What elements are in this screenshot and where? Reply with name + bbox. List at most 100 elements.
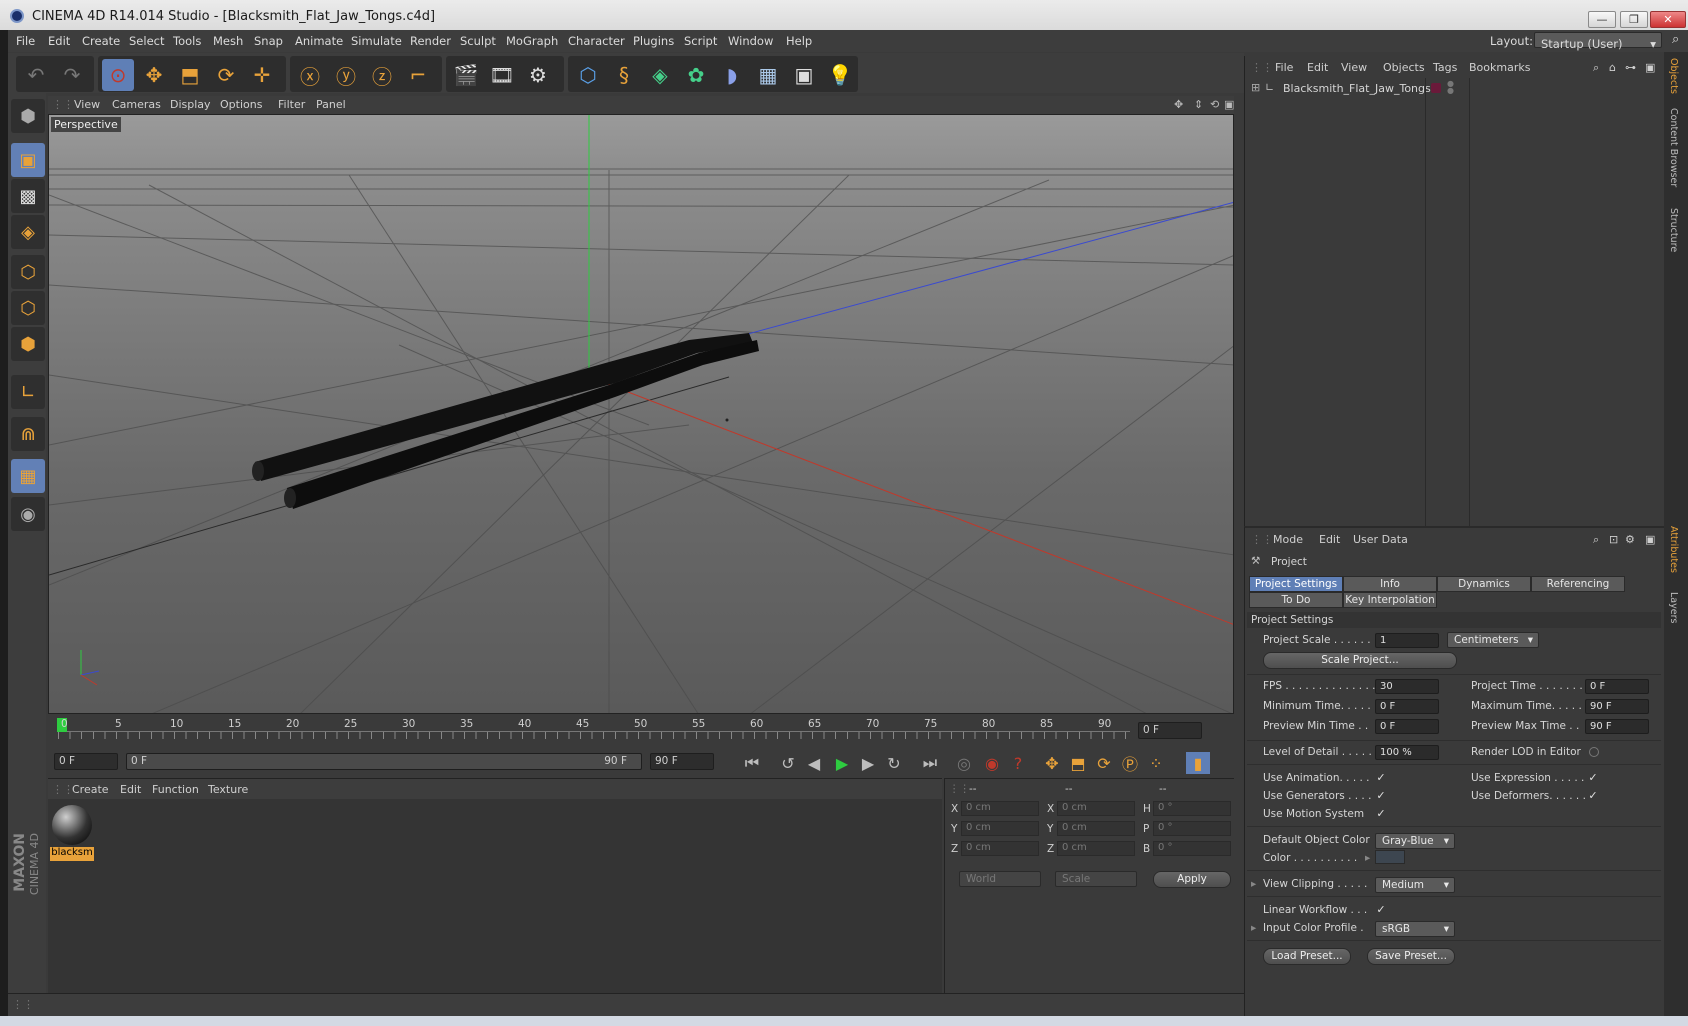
menu-edit[interactable]: Edit [48, 34, 70, 48]
expand-triangle-icon[interactable]: ▸ [1365, 852, 1370, 864]
key-scale-icon[interactable]: ⬒ [1066, 752, 1090, 774]
pos-y-field[interactable]: 0 cm [961, 821, 1039, 836]
preview-min-time-field[interactable]: 0 F [1375, 719, 1439, 734]
previous-key-icon[interactable]: ↺ [776, 752, 800, 774]
fps-field[interactable]: 30 [1375, 679, 1439, 694]
end-frame-field[interactable]: 90 F [650, 753, 714, 770]
current-frame-field[interactable]: 0 F [1138, 722, 1202, 739]
cube-primitive-icon[interactable]: ⬡ [572, 59, 604, 91]
viewport-menu-cameras[interactable]: Cameras [112, 98, 161, 111]
use-deformers-checkbox[interactable]: ✓ [1587, 790, 1599, 802]
scale-tool-icon[interactable]: ⬒ [174, 59, 206, 91]
rotate-tool-icon[interactable]: ⟳ [210, 59, 242, 91]
use-animation-checkbox[interactable]: ✓ [1375, 772, 1387, 784]
load-preset-button[interactable]: Load Preset... [1263, 948, 1351, 965]
tab-to-do[interactable]: To Do [1249, 592, 1343, 608]
previous-frame-icon[interactable]: ◀ [802, 752, 826, 774]
tab-attributes-vertical[interactable]: Attributes [1668, 526, 1679, 573]
recent-tool-icon[interactable]: ✛ [246, 59, 278, 91]
camera-icon[interactable]: ▣ [788, 59, 820, 91]
size-y-field[interactable]: 0 cm [1057, 821, 1135, 836]
menu-mograph[interactable]: MoGraph [506, 34, 558, 48]
pos-z-field[interactable]: 0 cm [961, 841, 1039, 856]
keyframe-selection-icon[interactable]: ? [1006, 752, 1030, 774]
z-axis-lock-icon[interactable]: ⓩ [366, 59, 398, 91]
maximize-view-icon[interactable]: ▣ [1224, 98, 1234, 111]
menu-character[interactable]: Character [568, 34, 625, 48]
linear-workflow-checkbox[interactable]: ✓ [1375, 904, 1387, 916]
scale-project-button[interactable]: Scale Project... [1263, 652, 1457, 669]
link-icon[interactable]: ⊶ [1625, 61, 1636, 74]
default-object-color-dropdown[interactable]: Gray-Blue ▾ [1375, 833, 1455, 849]
redo-icon[interactable]: ↷ [56, 59, 88, 91]
light-icon[interactable]: 💡 [824, 59, 856, 91]
tab-referencing[interactable]: Referencing [1531, 576, 1625, 592]
material-menu-function[interactable]: Function [152, 783, 199, 796]
key-parameter-icon[interactable]: Ⓟ [1118, 752, 1142, 774]
tab-objects-vertical[interactable]: Objects [1668, 58, 1679, 94]
preview-max-time-field[interactable]: 90 F [1585, 719, 1649, 734]
viewport-menu-filter[interactable]: Filter [278, 98, 305, 111]
object-menu-bookmarks[interactable]: Bookmarks [1469, 61, 1530, 74]
size-mode-dropdown[interactable]: Scale [1055, 871, 1137, 887]
rotate-view-icon[interactable]: ⟲ [1210, 98, 1219, 111]
tab-layers-vertical[interactable]: Layers [1668, 592, 1679, 623]
layout-dropdown[interactable]: Startup (User) ▾ [1534, 32, 1662, 51]
object-name[interactable]: Blacksmith_Flat_Jaw_Tongs [1283, 82, 1431, 95]
preview-range-slider[interactable]: 0 F 90 F [126, 753, 642, 770]
tab-dynamics[interactable]: Dynamics [1437, 576, 1531, 592]
menu-mesh[interactable]: Mesh [213, 34, 243, 48]
list-item[interactable]: ⊞ ∟ Blacksmith_Flat_Jaw_Tongs ● ● [1245, 78, 1665, 98]
snap-magnet-icon[interactable]: ⋒ [11, 417, 45, 451]
menu-window[interactable]: Window [728, 34, 773, 48]
expand-panel-icon[interactable]: ▣ [1645, 61, 1655, 74]
color-swatch[interactable] [1375, 850, 1405, 864]
render-picture-viewer-icon[interactable]: 🎞 [486, 59, 518, 91]
menu-animate[interactable]: Animate [295, 34, 343, 48]
home-icon[interactable]: ⌂ [1609, 61, 1616, 74]
perspective-viewport[interactable]: Perspective [48, 114, 1234, 714]
live-selection-icon[interactable]: ⊙ [102, 59, 134, 91]
tab-key-interpolation[interactable]: Key Interpolation [1343, 592, 1437, 608]
tab-structure-vertical[interactable]: Structure [1668, 208, 1679, 252]
render-settings-icon[interactable]: ⚙ [522, 59, 554, 91]
menu-select[interactable]: Select [129, 34, 164, 48]
move-tool-icon[interactable]: ✥ [138, 59, 170, 91]
next-key-icon[interactable]: ↻ [882, 752, 906, 774]
points-mode-icon[interactable]: ⬡ [11, 255, 45, 289]
polygons-mode-icon[interactable]: ⬢ [11, 327, 45, 361]
timeline-window-icon[interactable]: ▮ [1186, 752, 1210, 774]
search-icon[interactable]: ⌕ [1593, 533, 1599, 547]
timeline-ruler[interactable]: 0 5 10 15 20 25 30 35 40 45 50 55 60 65 … [48, 716, 1234, 746]
object-menu-view[interactable]: View [1341, 61, 1367, 74]
autokey-icon[interactable]: ◉ [980, 752, 1004, 774]
nurbs-icon[interactable]: ◈ [644, 59, 676, 91]
rot-p-field[interactable]: 0 ° [1153, 821, 1231, 836]
x-axis-lock-icon[interactable]: ⓧ [294, 59, 326, 91]
layer-color-swatch[interactable] [1431, 83, 1441, 93]
viewport-menu-display[interactable]: Display [170, 98, 211, 111]
menu-snap[interactable]: Snap [254, 34, 283, 48]
use-generators-checkbox[interactable]: ✓ [1375, 790, 1387, 802]
expand-icon[interactable]: ⊞ [1251, 81, 1260, 94]
record-disabled-icon[interactable]: ◎ [952, 752, 976, 774]
material-swatch[interactable]: blacksm [50, 803, 94, 861]
object-menu-edit[interactable]: Edit [1307, 61, 1328, 74]
apply-button[interactable]: Apply [1153, 871, 1231, 888]
viewport-menu-options[interactable]: Options [220, 98, 262, 111]
material-menu-create[interactable]: Create [72, 783, 109, 796]
coordinate-system-icon[interactable]: ⌐ [402, 59, 434, 91]
search-icon[interactable]: ⌕ [1672, 32, 1679, 47]
material-menu-edit[interactable]: Edit [120, 783, 141, 796]
play-icon[interactable]: ▶ [830, 752, 854, 774]
expand-panel-icon[interactable]: ▣ [1645, 533, 1655, 546]
object-menu-tags[interactable]: Tags [1433, 61, 1457, 74]
close-button[interactable]: ✕ [1650, 11, 1686, 28]
lock-icon[interactable]: ⊡ [1609, 533, 1618, 546]
visibility-dots-icon[interactable]: ● ● [1447, 80, 1454, 95]
array-icon[interactable]: ✿ [680, 59, 712, 91]
menu-file[interactable]: File [16, 34, 35, 48]
key-pla-icon[interactable]: ⁘ [1144, 752, 1168, 774]
axis-mode-icon[interactable]: ∟ [11, 375, 45, 409]
tab-content-browser-vertical[interactable]: Content Browser [1668, 108, 1679, 187]
